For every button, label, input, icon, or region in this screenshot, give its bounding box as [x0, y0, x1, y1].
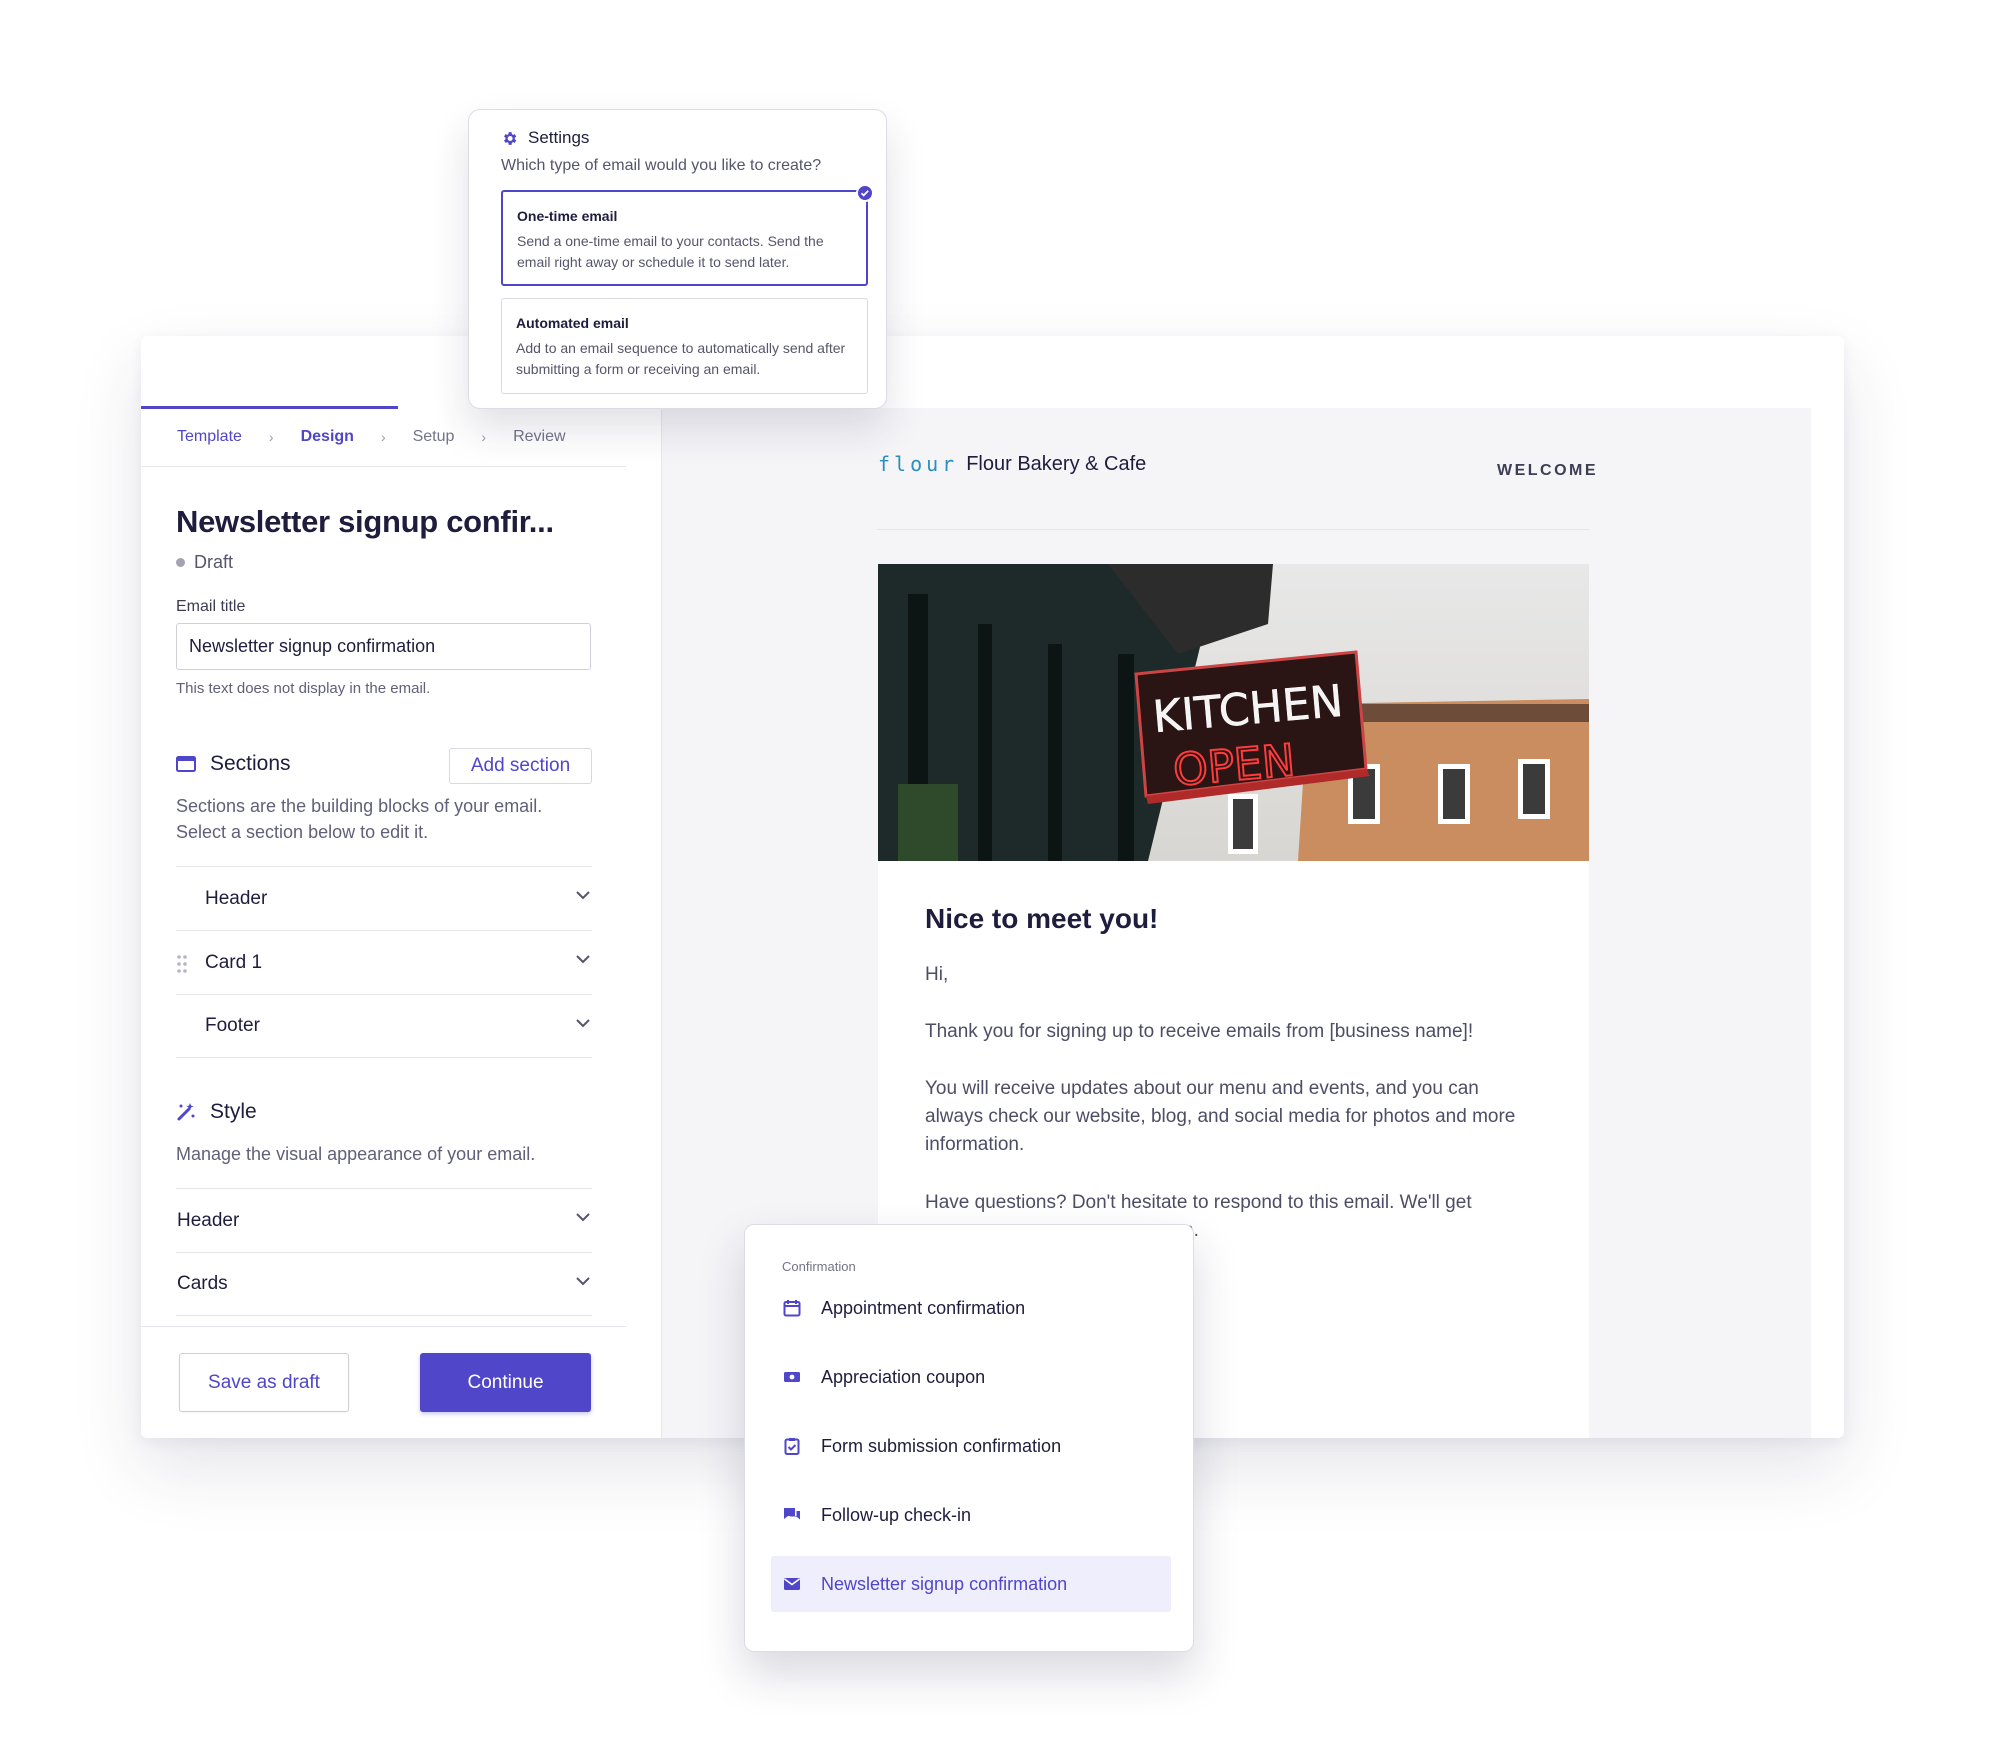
- add-section-button[interactable]: Add section: [449, 748, 592, 784]
- settings-question: Which type of email would you like to cr…: [501, 157, 822, 174]
- option-description: Send a one-time email to your contacts. …: [517, 233, 824, 270]
- style-item-label: Cards: [177, 1273, 228, 1294]
- page-title: Newsletter signup confir...: [176, 504, 554, 539]
- menu-item-appreciation-coupon[interactable]: Appreciation coupon: [771, 1349, 1171, 1405]
- settings-popover: Settings Which type of email would you l…: [468, 109, 887, 409]
- menu-item-follow-up-check-in[interactable]: Follow-up check-in: [771, 1487, 1171, 1543]
- section-item-card-1[interactable]: Card 1: [176, 930, 592, 994]
- continue-button[interactable]: Continue: [420, 1353, 591, 1412]
- menu-item-appointment-confirmation[interactable]: Appointment confirmation: [771, 1280, 1171, 1336]
- card-paragraph-questions-tail: n.: [1183, 1217, 1793, 1245]
- step-setup[interactable]: Setup: [413, 428, 455, 446]
- brand-logo: flour Flour Bakery & Cafe: [878, 452, 1146, 476]
- style-item-label: Header: [177, 1209, 240, 1231]
- template-dropdown-menu: Confirmation Appointment confirmation Ap…: [744, 1224, 1194, 1652]
- breadcrumb-separator: ›: [380, 429, 386, 445]
- status-badge: Draft: [176, 552, 233, 573]
- email-title-label: Email title: [176, 598, 246, 615]
- magic-wand-icon: [177, 1103, 195, 1121]
- envelope-icon: [784, 1578, 800, 1590]
- card-title: Nice to meet you!: [925, 903, 1159, 934]
- chevron-down-icon: [576, 1277, 590, 1286]
- card-paragraph-thanks: Thank you for signing up to receive emai…: [925, 1021, 1474, 1042]
- card-paragraph-updates: You will receive updates about our menu …: [925, 1078, 1516, 1155]
- option-one-time-email[interactable]: One-time email Send a one-time email to …: [501, 184, 874, 286]
- gear-icon: [504, 131, 517, 145]
- settings-title: Settings: [528, 128, 590, 147]
- wizard-progress-bar: [141, 406, 398, 409]
- option-automated-email[interactable]: Automated email Add to an email sequence…: [501, 298, 868, 394]
- chevron-down-icon: [576, 891, 590, 900]
- checkmark-icon: [856, 184, 874, 202]
- option-description: Add to an email sequence to automaticall…: [516, 340, 846, 377]
- menu-item-label: Appointment confirmation: [821, 1297, 1026, 1318]
- breadcrumb-separator: ›: [268, 429, 274, 445]
- chevron-down-icon: [576, 955, 590, 964]
- header-welcome-text: WELCOME: [1497, 462, 1599, 479]
- calendar-icon: [783, 1300, 801, 1317]
- kitchen-open-sign-photo: KITCHEN OPEN: [878, 564, 1589, 861]
- status-text: Draft: [194, 552, 234, 572]
- drag-handle-icon[interactable]: [176, 954, 188, 974]
- ticket-icon: [784, 1372, 800, 1382]
- menu-item-label: Follow-up check-in: [821, 1504, 972, 1525]
- section-item-label: Card 1: [205, 951, 263, 973]
- section-item-label: Header: [205, 887, 268, 909]
- card-paragraph-questions: Have questions? Don't hesitate to respon…: [925, 1192, 1472, 1213]
- sections-heading: Sections: [176, 752, 291, 776]
- chevron-down-icon: [576, 1213, 590, 1222]
- menu-item-form-submission-confirmation[interactable]: Form submission confirmation: [771, 1418, 1171, 1474]
- sign-text-open: OPEN: [1171, 735, 1297, 796]
- sections-description-line2: Select a section below to edit it.: [176, 822, 429, 842]
- menu-item-newsletter-signup-confirmation[interactable]: Newsletter signup confirmation: [771, 1556, 1171, 1612]
- sections-icon: [176, 756, 196, 772]
- step-template[interactable]: Template: [177, 428, 242, 446]
- menu-item-label: Appreciation coupon: [821, 1366, 986, 1387]
- section-item-header[interactable]: Header: [176, 866, 592, 930]
- step-design[interactable]: Design: [301, 428, 354, 446]
- breadcrumb: Template › Design › Setup › Review: [177, 428, 566, 446]
- card-greeting: Hi,: [925, 964, 949, 985]
- divider: [141, 1326, 626, 1327]
- status-dot-icon: [176, 558, 185, 567]
- clipboard-check-icon: [784, 1438, 800, 1455]
- save-as-draft-button[interactable]: Save as draft: [179, 1353, 349, 1412]
- logo-wordmark: flour: [878, 452, 959, 476]
- chevron-down-icon: [576, 1019, 590, 1028]
- menu-item-label: Newsletter signup confirmation: [821, 1573, 1068, 1594]
- style-heading: Style: [176, 1100, 257, 1124]
- section-item-footer[interactable]: Footer: [176, 994, 592, 1058]
- option-title: Automated email: [516, 315, 629, 331]
- style-item-cards[interactable]: Cards: [176, 1252, 592, 1316]
- email-title-input[interactable]: [176, 623, 591, 670]
- email-title-help: This text does not display in the email.: [176, 680, 431, 697]
- chat-bubbles-icon: [784, 1508, 800, 1520]
- menu-item-label: Form submission confirmation: [821, 1435, 1062, 1456]
- option-title: One-time email: [517, 208, 618, 224]
- hero-image[interactable]: KITCHEN OPEN: [878, 564, 1589, 861]
- sections-description-line1: Sections are the building blocks of your…: [176, 796, 543, 816]
- step-review[interactable]: Review: [513, 428, 565, 446]
- breadcrumb-separator: ›: [481, 429, 487, 445]
- style-item-header[interactable]: Header: [176, 1188, 592, 1252]
- style-title: Style: [210, 1100, 257, 1123]
- divider: [141, 466, 626, 467]
- settings-header: Settings: [501, 128, 589, 148]
- editor-sidebar: Template › Design › Setup › Review Newsl…: [141, 336, 626, 1438]
- menu-category-label: Confirmation: [782, 1259, 856, 1274]
- style-description: Manage the visual appearance of your ema…: [176, 1144, 536, 1164]
- brand-name: Flour Bakery & Cafe: [966, 452, 1147, 475]
- sections-title: Sections: [210, 752, 291, 775]
- section-item-label: Footer: [205, 1015, 260, 1036]
